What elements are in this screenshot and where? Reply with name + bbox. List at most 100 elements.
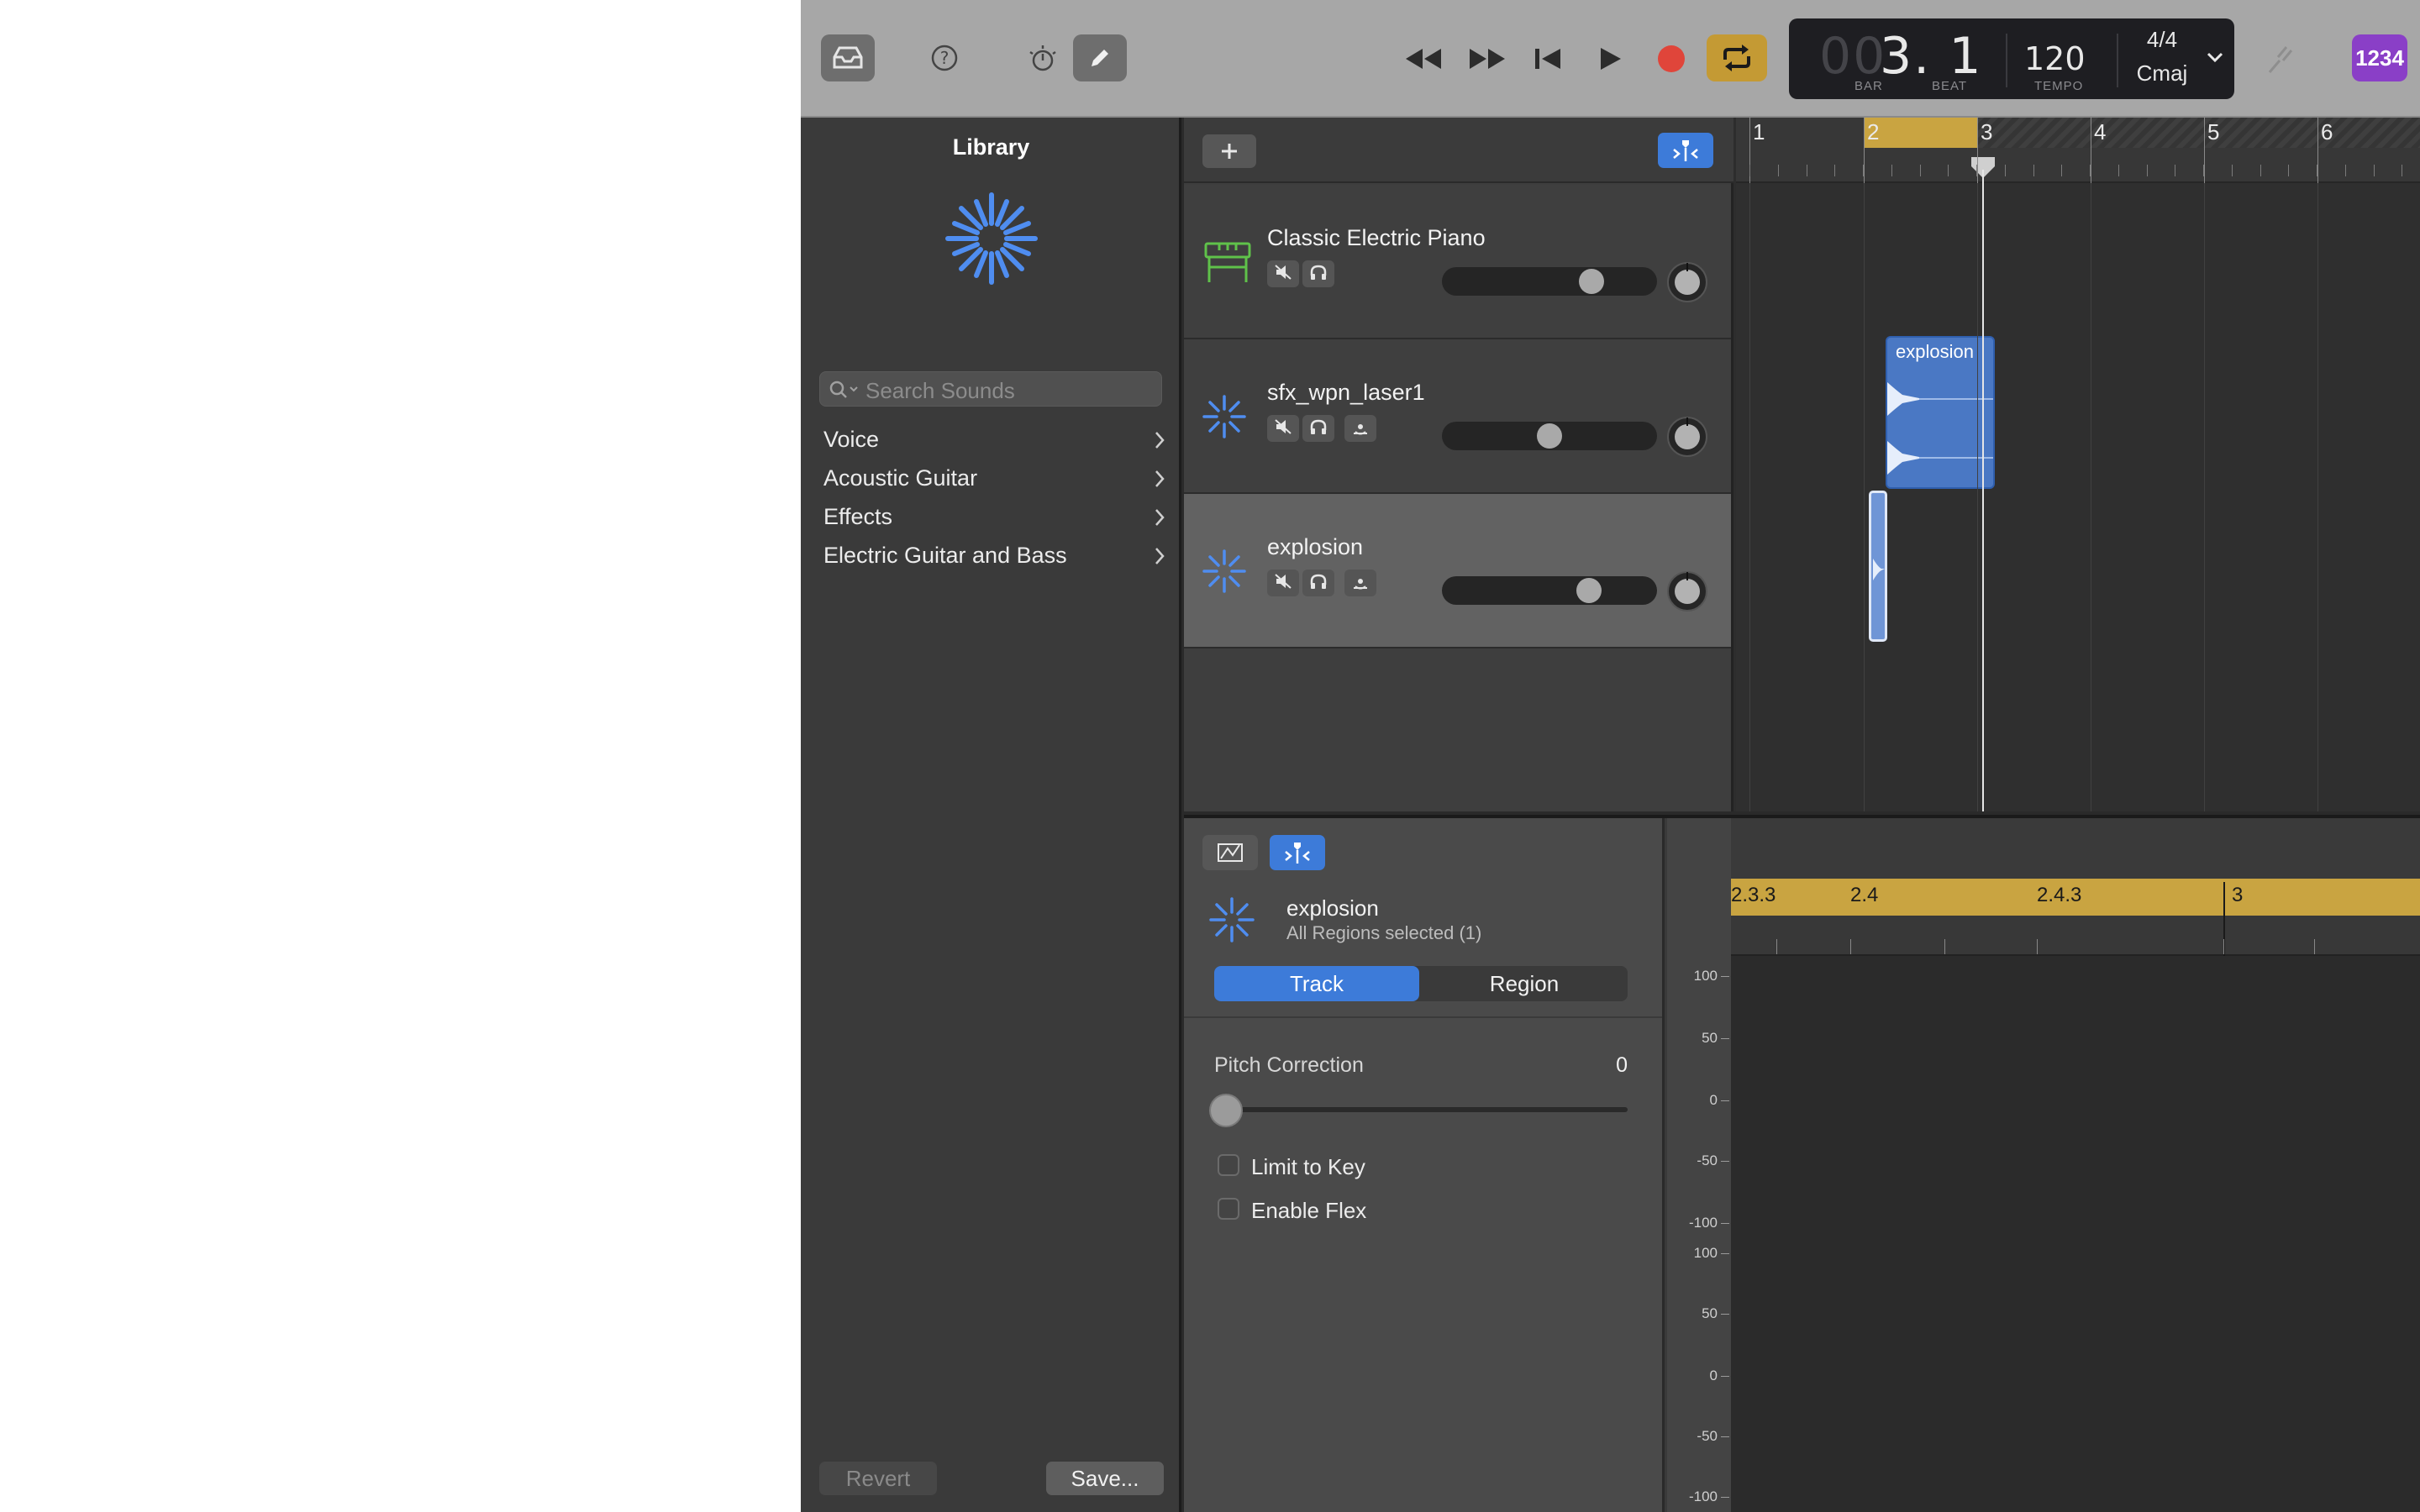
pan-indicator <box>1686 572 1688 580</box>
add-track-button[interactable] <box>1202 134 1256 168</box>
pan-indicator <box>1686 263 1688 271</box>
y-axis-label: -50 <box>1697 1152 1718 1168</box>
ruler[interactable]: 1 2 3 4 5 6 <box>1736 118 2420 183</box>
ruler-tick <box>1834 165 1836 176</box>
track-name: Classic Electric Piano <box>1267 225 1486 250</box>
search-field[interactable]: Search Sounds <box>819 371 1162 407</box>
lcd-beat-label: BEAT <box>1932 79 1968 93</box>
volume-slider[interactable] <box>1442 267 1657 296</box>
automation-icon <box>1218 843 1243 862</box>
ruler-tick <box>2033 165 2034 176</box>
audio-region[interactable]: explosion <box>1886 336 1995 489</box>
editor-graph[interactable]: 2.3.3 2.4 2.4.3 3 100 50 0 -50 -100 100 50 0 -50 -100 <box>1667 818 2420 1512</box>
enable-flex-checkbox[interactable] <box>1218 1198 1239 1220</box>
help-button[interactable]: ? <box>930 44 959 72</box>
editor-ruler[interactable] <box>1731 916 2420 956</box>
rewind-button[interactable] <box>1402 45 1444 72</box>
library-item[interactable]: Electric Guitar and Bass <box>801 538 1181 575</box>
bar-number: 4 <box>2094 119 2107 144</box>
automation-button[interactable] <box>1202 835 1258 870</box>
ruler-tick <box>2061 165 2063 176</box>
ruler-tick <box>2373 165 2375 176</box>
y-axis-label: 100 <box>1693 968 1718 984</box>
grid-line <box>1749 183 1750 811</box>
mute-button[interactable] <box>1267 415 1299 442</box>
ruler-tick <box>2260 165 2261 176</box>
solo-button[interactable] <box>1302 415 1334 442</box>
library-title: Library <box>952 134 1030 160</box>
editor-ruler-label: 2.4 <box>1850 884 1879 906</box>
tab-track[interactable]: Track <box>1214 966 1419 1001</box>
library-button[interactable] <box>821 34 875 81</box>
volume-thumb[interactable] <box>1537 423 1562 449</box>
revert-button[interactable]: Revert <box>819 1462 937 1495</box>
pan-knob[interactable] <box>1667 262 1707 302</box>
tuner-button[interactable] <box>2263 42 2296 76</box>
bar-number: 3 <box>1981 119 1993 144</box>
selected-region-waveform <box>1873 559 1885 580</box>
ruler-hatch <box>1977 118 2420 148</box>
editor-waveform-area[interactable] <box>1731 956 2420 1512</box>
library-item[interactable]: Acoustic Guitar <box>801 460 1181 497</box>
timeline[interactable]: 1 2 3 4 5 6 explosion <box>1736 118 2420 811</box>
cycle-icon <box>1723 45 1750 71</box>
count-in-button[interactable]: 1234 <box>2352 34 2407 81</box>
volume-slider[interactable] <box>1442 576 1657 605</box>
control-bar: ? 00 3. 1 BAR BEAT 120 TEMPO 4/4 Cmaj 12… <box>801 0 2420 118</box>
fast-forward-button[interactable] <box>1466 45 1508 72</box>
cycle-region[interactable] <box>1864 118 1977 148</box>
fast-forward-icon <box>1470 49 1505 69</box>
track-header[interactable]: sfx_wpn_laser1 <box>1184 339 1731 494</box>
selected-audio-region[interactable] <box>1869 491 1887 642</box>
pan-indicator <box>1686 417 1688 426</box>
smart-controls-button[interactable] <box>1026 42 1060 76</box>
ruler-tick <box>1749 165 1750 176</box>
waveform-burst-icon <box>1202 548 1246 599</box>
pitch-correction-thumb[interactable] <box>1209 1094 1243 1127</box>
volume-slider[interactable] <box>1442 422 1657 450</box>
input-monitor-button[interactable] <box>1344 570 1376 596</box>
editor-catch-button[interactable] <box>1270 835 1325 870</box>
y-axis-label: 100 <box>1693 1245 1718 1261</box>
pan-knob-face <box>1675 270 1700 295</box>
waveform-burst-icon <box>1202 393 1246 444</box>
pan-knob[interactable] <box>1667 417 1707 457</box>
play-icon <box>1601 48 1621 70</box>
pitch-correction-slider[interactable] <box>1214 1107 1628 1112</box>
mute-button[interactable] <box>1267 260 1299 287</box>
waveform-burst-icon <box>1209 897 1255 942</box>
library-item[interactable]: Effects <box>801 499 1181 536</box>
tab-region[interactable]: Region <box>1421 966 1628 1001</box>
tray-icon <box>833 46 863 69</box>
pan-knob[interactable] <box>1667 571 1707 612</box>
track-header[interactable]: explosion <box>1184 494 1731 648</box>
bar-number: 6 <box>2321 119 2333 144</box>
limit-to-key-checkbox[interactable] <box>1218 1154 1239 1176</box>
headphones-icon <box>1309 418 1328 439</box>
lcd-menu-chevron[interactable] <box>2206 50 2224 68</box>
library-item[interactable]: Voice <box>801 422 1181 459</box>
input-monitor-button[interactable] <box>1344 415 1376 442</box>
editor-track-icon <box>1209 895 1255 948</box>
ruler-tick <box>2344 165 2346 176</box>
track-header[interactable]: Classic Electric Piano <box>1184 185 1731 339</box>
play-button[interactable] <box>1596 45 1624 72</box>
catch-playhead-button[interactable] <box>1658 133 1713 168</box>
solo-button[interactable] <box>1302 570 1334 596</box>
record-button[interactable] <box>1656 44 1686 74</box>
solo-button[interactable] <box>1302 260 1334 287</box>
lcd-display[interactable]: 00 3. 1 BAR BEAT 120 TEMPO 4/4 Cmaj <box>1789 18 2234 99</box>
chevron-right-icon <box>1153 430 1166 454</box>
library-panel: Library Search Sounds Revert Save... Voi… <box>801 118 1181 1512</box>
mute-icon <box>1274 418 1292 439</box>
mute-button[interactable] <box>1267 570 1299 596</box>
cycle-button[interactable] <box>1707 34 1767 81</box>
volume-thumb[interactable] <box>1578 269 1604 294</box>
save-button[interactable]: Save... <box>1046 1462 1164 1495</box>
volume-thumb[interactable] <box>1576 578 1602 603</box>
y-axis-label: 0 <box>1709 1368 1718 1383</box>
editors-button[interactable] <box>1073 34 1127 81</box>
go-to-start-button[interactable] <box>1532 45 1565 72</box>
editor-ruler-label: 2.3.3 <box>1731 884 1776 906</box>
question-icon: ? <box>931 45 958 71</box>
